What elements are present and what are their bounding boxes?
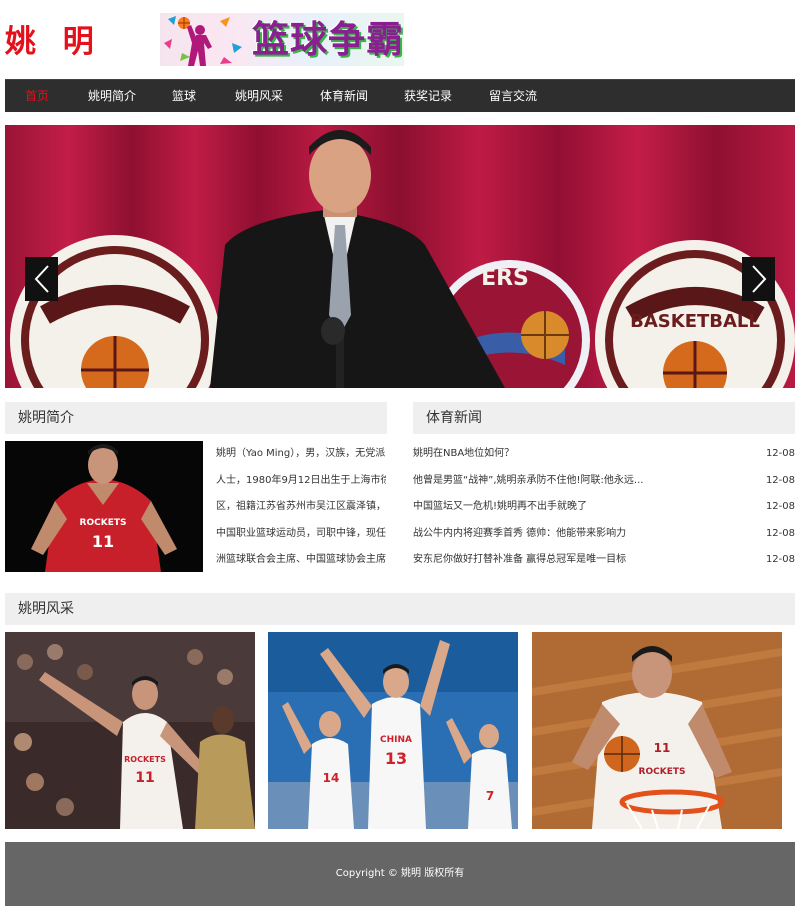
nav-item-style[interactable]: 姚明风采 <box>235 80 283 112</box>
intro-line: 中国职业篮球运动员，司职中锋，现任亚 <box>216 527 386 539</box>
nav-item-intro[interactable]: 姚明简介 <box>88 80 136 112</box>
nav-item-basketball[interactable]: 篮球 <box>172 80 196 112</box>
intro-line: 姚明（Yao Ming），男，汉族，无党派 <box>216 448 386 459</box>
news-title[interactable]: 姚明在NBA地位如何？ <box>413 441 514 468</box>
gallery-jersey-number: 7 <box>486 789 494 803</box>
news-list: 姚明在NBA地位如何？ 12-08 他曾是男篮“战神”,姚明亲承防不住他!阿联:… <box>413 441 795 574</box>
svg-text:BASKETBALL: BASKETBALL <box>630 311 760 332</box>
gallery-photo-image-2: CHINA 13 14 7 <box>268 632 518 829</box>
gallery-photo-image-1: ROCKETS 11 <box>5 632 255 829</box>
intro-section-header: 姚明简介 <box>5 402 387 434</box>
gallery-section-header: 姚明风采 <box>5 593 795 625</box>
news-title[interactable]: 他曾是男篮“战神”,姚明亲承防不住他!阿联:他永远... <box>413 468 643 495</box>
gallery-jersey-text: ROCKETS <box>124 755 166 764</box>
nav-item-awards[interactable]: 获奖记录 <box>404 80 452 112</box>
hero-slider[interactable]: ERS BASKETBALL <box>5 125 795 388</box>
nav-item-news[interactable]: 体育新闻 <box>320 80 368 112</box>
news-title[interactable]: 战公牛内内将迎赛季首秀 德帅：他能带来影响力 <box>413 521 626 548</box>
slider-next-button[interactable] <box>742 257 775 301</box>
intro-line: 洲篮球联合会主席、中国篮球协会主席... <box>216 554 386 565</box>
footer: Copyright © 姚明 版权所有 <box>5 842 795 906</box>
slider-prev-button[interactable] <box>25 257 58 301</box>
svg-text:ERS: ERS <box>481 266 529 291</box>
intro-photo[interactable]: ROCKETS 11 <box>5 441 203 572</box>
intro-line: 人士，1980年9月12日出生于上海市徐汇 <box>216 474 386 486</box>
news-item[interactable]: 安东尼你做好打替补准备 赢得总冠军是唯一目标 12-08 <box>413 547 795 574</box>
gallery-jersey-number: 14 <box>323 771 340 785</box>
news-date: 12-08 <box>765 554 795 565</box>
news-date: 12-08 <box>765 501 795 512</box>
gallery-photo[interactable]: 11 ROCKETS <box>532 632 782 829</box>
news-date: 12-08 <box>765 527 795 539</box>
intro-line: 区，祖籍江苏省苏州市吴江区震泽镇，前 <box>216 501 386 512</box>
nav-item-home[interactable]: 首页 <box>25 80 49 112</box>
gallery-photo[interactable]: ROCKETS 11 <box>5 632 255 829</box>
news-section-header: 体育新闻 <box>413 402 795 434</box>
nav-item-guestbook[interactable]: 留言交流 <box>489 80 537 112</box>
gallery-photo-image-3: 11 ROCKETS <box>532 632 782 829</box>
chevron-right-icon <box>751 265 766 293</box>
intro-section-title: 姚明简介 <box>18 410 74 426</box>
news-item[interactable]: 中国篮坛又一危机!姚明再不出手就晚了 12-08 <box>413 494 795 521</box>
intro-text: 姚明（Yao Ming），男，汉族，无党派 人士，1980年9月12日出生于上海… <box>216 441 386 574</box>
banner-logo[interactable]: 篮球争霸 <box>160 13 404 66</box>
gallery-section-title: 姚明风采 <box>18 601 74 617</box>
gallery-jersey-text: CHINA <box>380 735 412 745</box>
gallery-jersey-text: ROCKETS <box>639 767 686 777</box>
banner-text: 篮球争霸 <box>252 18 404 61</box>
gallery-jersey-number: 13 <box>385 749 407 768</box>
news-title[interactable]: 中国篮坛又一危机!姚明再不出手就晚了 <box>413 494 587 521</box>
site-title: 姚 明 <box>5 24 102 60</box>
news-item[interactable]: 战公牛内内将迎赛季首秀 德帅：他能带来影响力 12-08 <box>413 521 795 548</box>
main-nav: 首页 姚明简介 篮球 姚明风采 体育新闻 获奖记录 留言交流 <box>5 79 795 112</box>
gallery-jersey-number: 11 <box>654 741 671 755</box>
news-section-title: 体育新闻 <box>426 410 482 426</box>
news-title[interactable]: 安东尼你做好打替补准备 赢得总冠军是唯一目标 <box>413 547 626 574</box>
hero-slide-image: ERS BASKETBALL <box>5 125 795 388</box>
footer-copyright: Copyright © 姚明 版权所有 <box>335 868 465 879</box>
news-item[interactable]: 姚明在NBA地位如何？ 12-08 <box>413 441 795 468</box>
intro-jersey-number: 11 <box>92 532 114 551</box>
gallery-photo[interactable]: CHINA 13 14 7 <box>268 632 518 829</box>
news-date: 12-08 <box>765 448 795 459</box>
news-item[interactable]: 他曾是男篮“战神”,姚明亲承防不住他!阿联:他永远... 12-08 <box>413 468 795 495</box>
chevron-left-icon <box>34 265 49 293</box>
player-photo-image: ROCKETS 11 <box>5 441 203 572</box>
gallery-jersey-number: 11 <box>135 770 154 786</box>
intro-jersey-text: ROCKETS <box>80 518 127 528</box>
news-date: 12-08 <box>765 474 795 486</box>
